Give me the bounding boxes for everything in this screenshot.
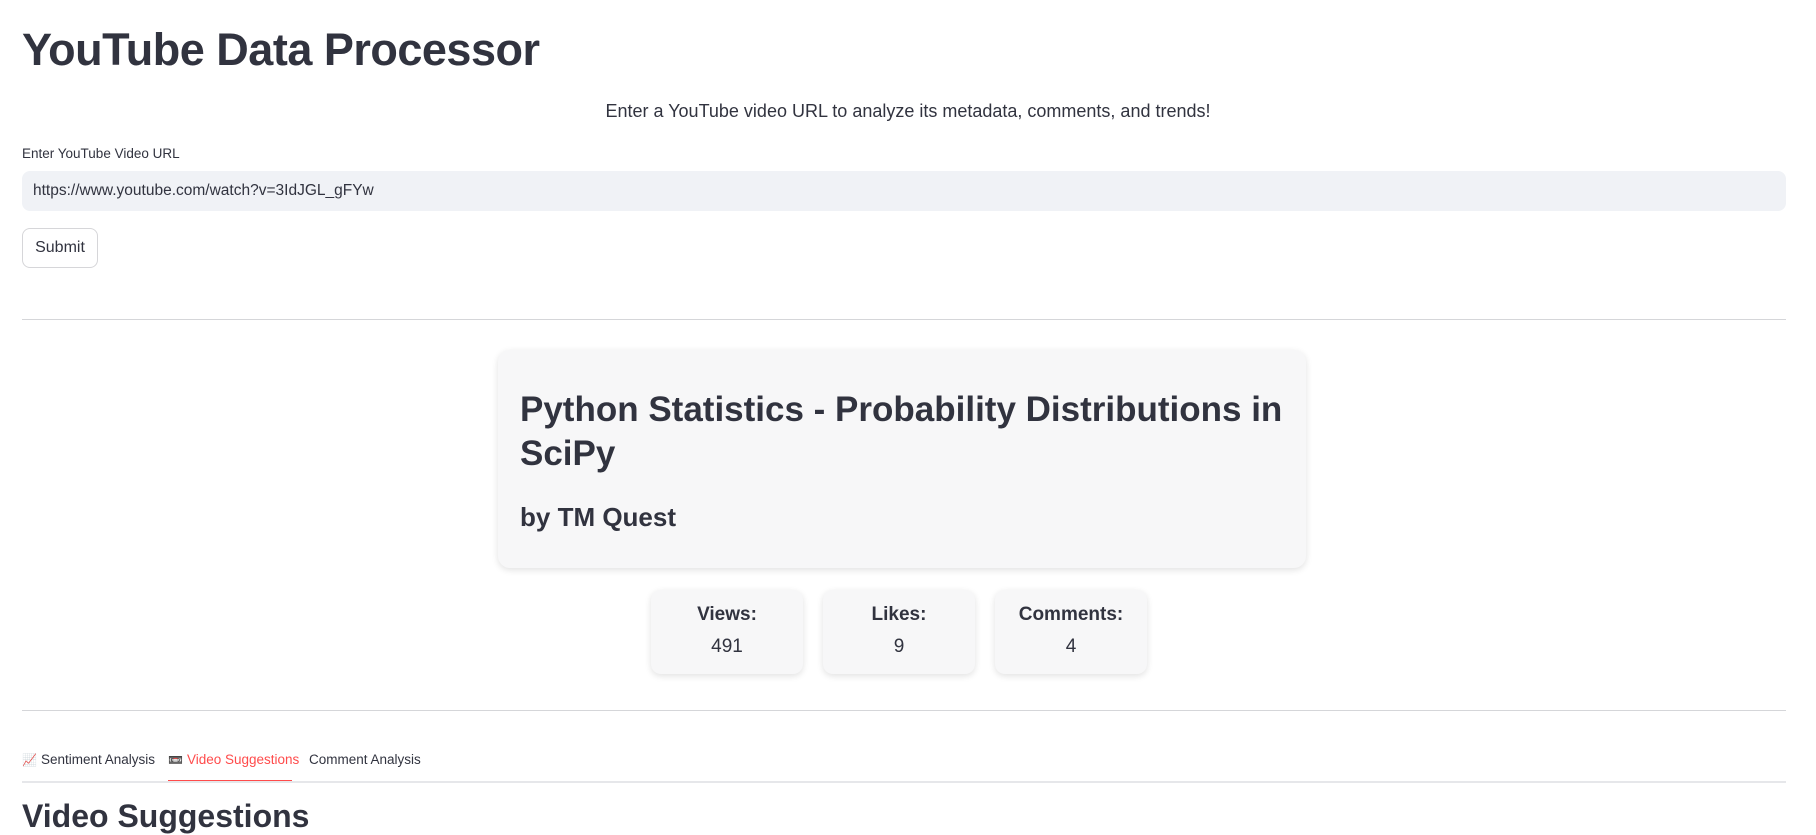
tab-video-suggestions[interactable]: 📼 Video Suggestions xyxy=(168,742,299,782)
video-title: Python Statistics - Probability Distribu… xyxy=(520,390,1283,473)
tab-label: Sentiment Analysis xyxy=(40,752,156,767)
chart-increasing-icon: 📈 xyxy=(22,753,37,767)
likes-value: 9 xyxy=(893,636,905,657)
divider xyxy=(22,710,1786,711)
views-value: 491 xyxy=(711,636,743,657)
tab-label: Comment Analysis xyxy=(309,752,421,767)
page-title: YouTube Data Processor xyxy=(22,24,540,75)
video-info-card: Python Statistics - Probability Distribu… xyxy=(498,350,1306,568)
likes-label: Likes: xyxy=(871,604,927,625)
tab-sentiment-analysis[interactable]: 📈 Sentiment Analysis xyxy=(22,742,168,782)
video-icon: 📼 xyxy=(168,753,183,767)
section-heading: Video Suggestions xyxy=(22,798,310,834)
tab-label: Video Suggestions xyxy=(186,752,300,767)
comments-label: Comments: xyxy=(1018,604,1124,625)
video-channel: by TM Quest xyxy=(520,502,677,532)
tab-comment-analysis[interactable]: Comment Analysis xyxy=(292,742,421,782)
divider xyxy=(22,319,1786,320)
page-subtitle: Enter a YouTube video URL to analyze its… xyxy=(605,101,1211,121)
url-input-label: Enter YouTube Video URL xyxy=(22,146,180,161)
views-label: Views: xyxy=(697,604,757,625)
comments-value: 4 xyxy=(1065,636,1077,657)
views-stat-card: Views: 491 xyxy=(651,590,803,674)
submit-button[interactable]: Submit xyxy=(22,228,98,268)
comments-stat-card: Comments: 4 xyxy=(995,590,1147,674)
tab-bar-underline xyxy=(22,781,1786,783)
likes-stat-card: Likes: 9 xyxy=(823,590,975,674)
url-input[interactable] xyxy=(22,171,1786,211)
tab-bar: 📈 Sentiment Analysis 📼 Video Suggestions… xyxy=(22,742,421,782)
app-page: YouTube Data Processor Enter a YouTube v… xyxy=(0,0,1816,834)
